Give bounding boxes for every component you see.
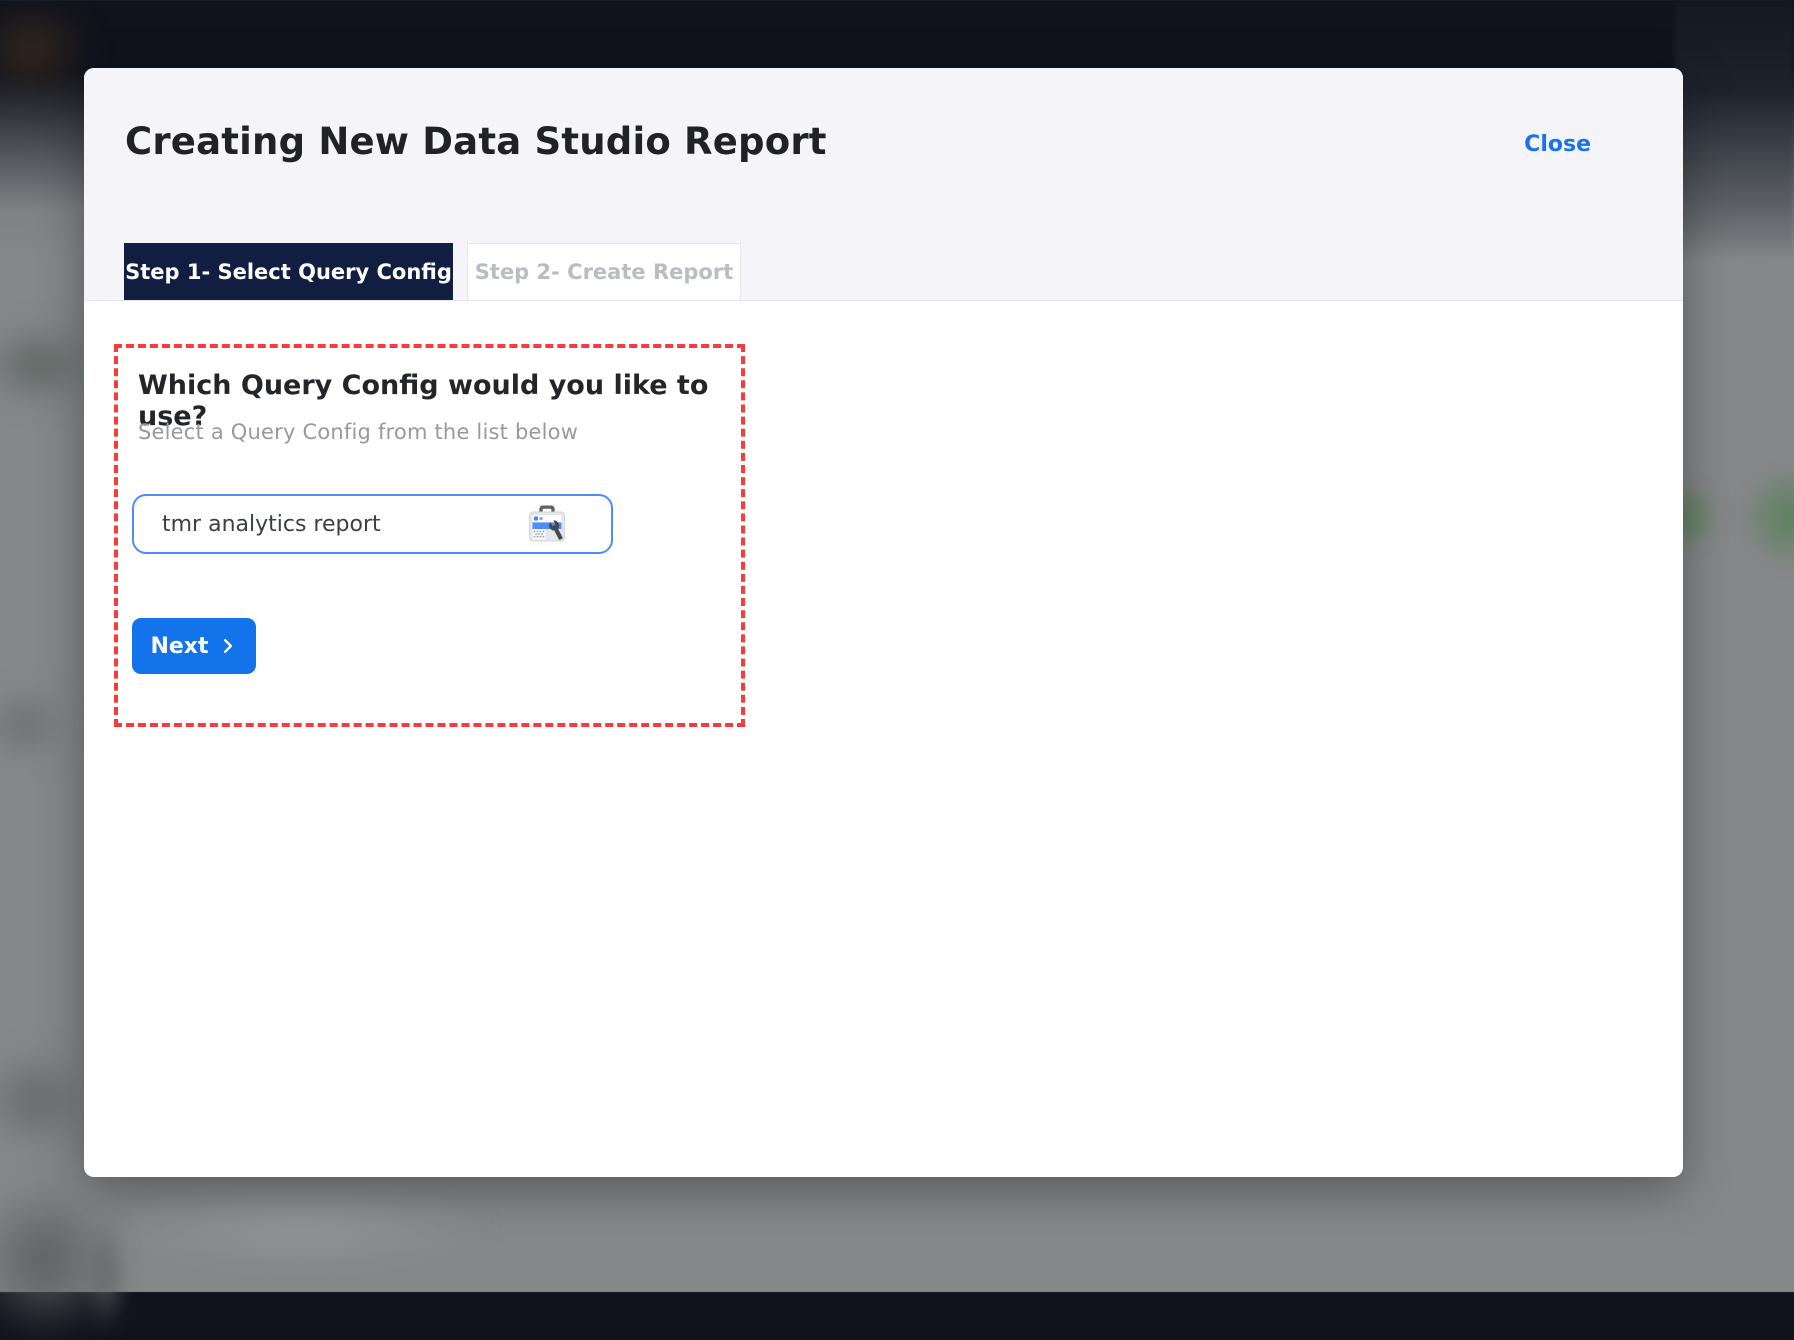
- backdrop-logo-blob: [0, 2, 92, 97]
- modal-header: Creating New Data Studio Report Close St…: [84, 68, 1683, 301]
- create-report-modal: Creating New Data Studio Report Close St…: [84, 68, 1683, 1177]
- backdrop-light-panel: [110, 1188, 490, 1268]
- query-config-select[interactable]: tmr analytics report: [132, 494, 613, 554]
- query-config-selected-value: tmr analytics report: [162, 512, 381, 537]
- backdrop-dark-blob: [0, 1050, 90, 1150]
- tab-step1-select-query-config[interactable]: Step 1- Select Query Config: [124, 243, 453, 300]
- tab-label: Step 2- Create Report: [475, 260, 733, 284]
- next-button[interactable]: Next: [132, 618, 256, 674]
- highlight-dashed-outline: Which Query Config would you like to use…: [114, 344, 745, 727]
- backdrop-dark-blob: [0, 690, 65, 760]
- modal-title: Creating New Data Studio Report: [125, 120, 827, 163]
- tab-label: Step 1- Select Query Config: [125, 260, 452, 284]
- backdrop-green-blob: [1738, 465, 1794, 570]
- backdrop-left-band: [0, 325, 95, 405]
- step-tabs: Step 1- Select Query Config Step 2- Crea…: [124, 243, 741, 300]
- chevron-right-icon: [218, 636, 238, 656]
- backdrop-topright-shade: [1674, 0, 1794, 270]
- tab-step2-create-report[interactable]: Step 2- Create Report: [467, 243, 741, 300]
- query-config-hint: Select a Query Config from the list belo…: [138, 420, 578, 444]
- close-button[interactable]: Close: [1524, 132, 1591, 157]
- next-button-label: Next: [150, 634, 208, 659]
- toolbox-wrench-icon: [527, 506, 567, 543]
